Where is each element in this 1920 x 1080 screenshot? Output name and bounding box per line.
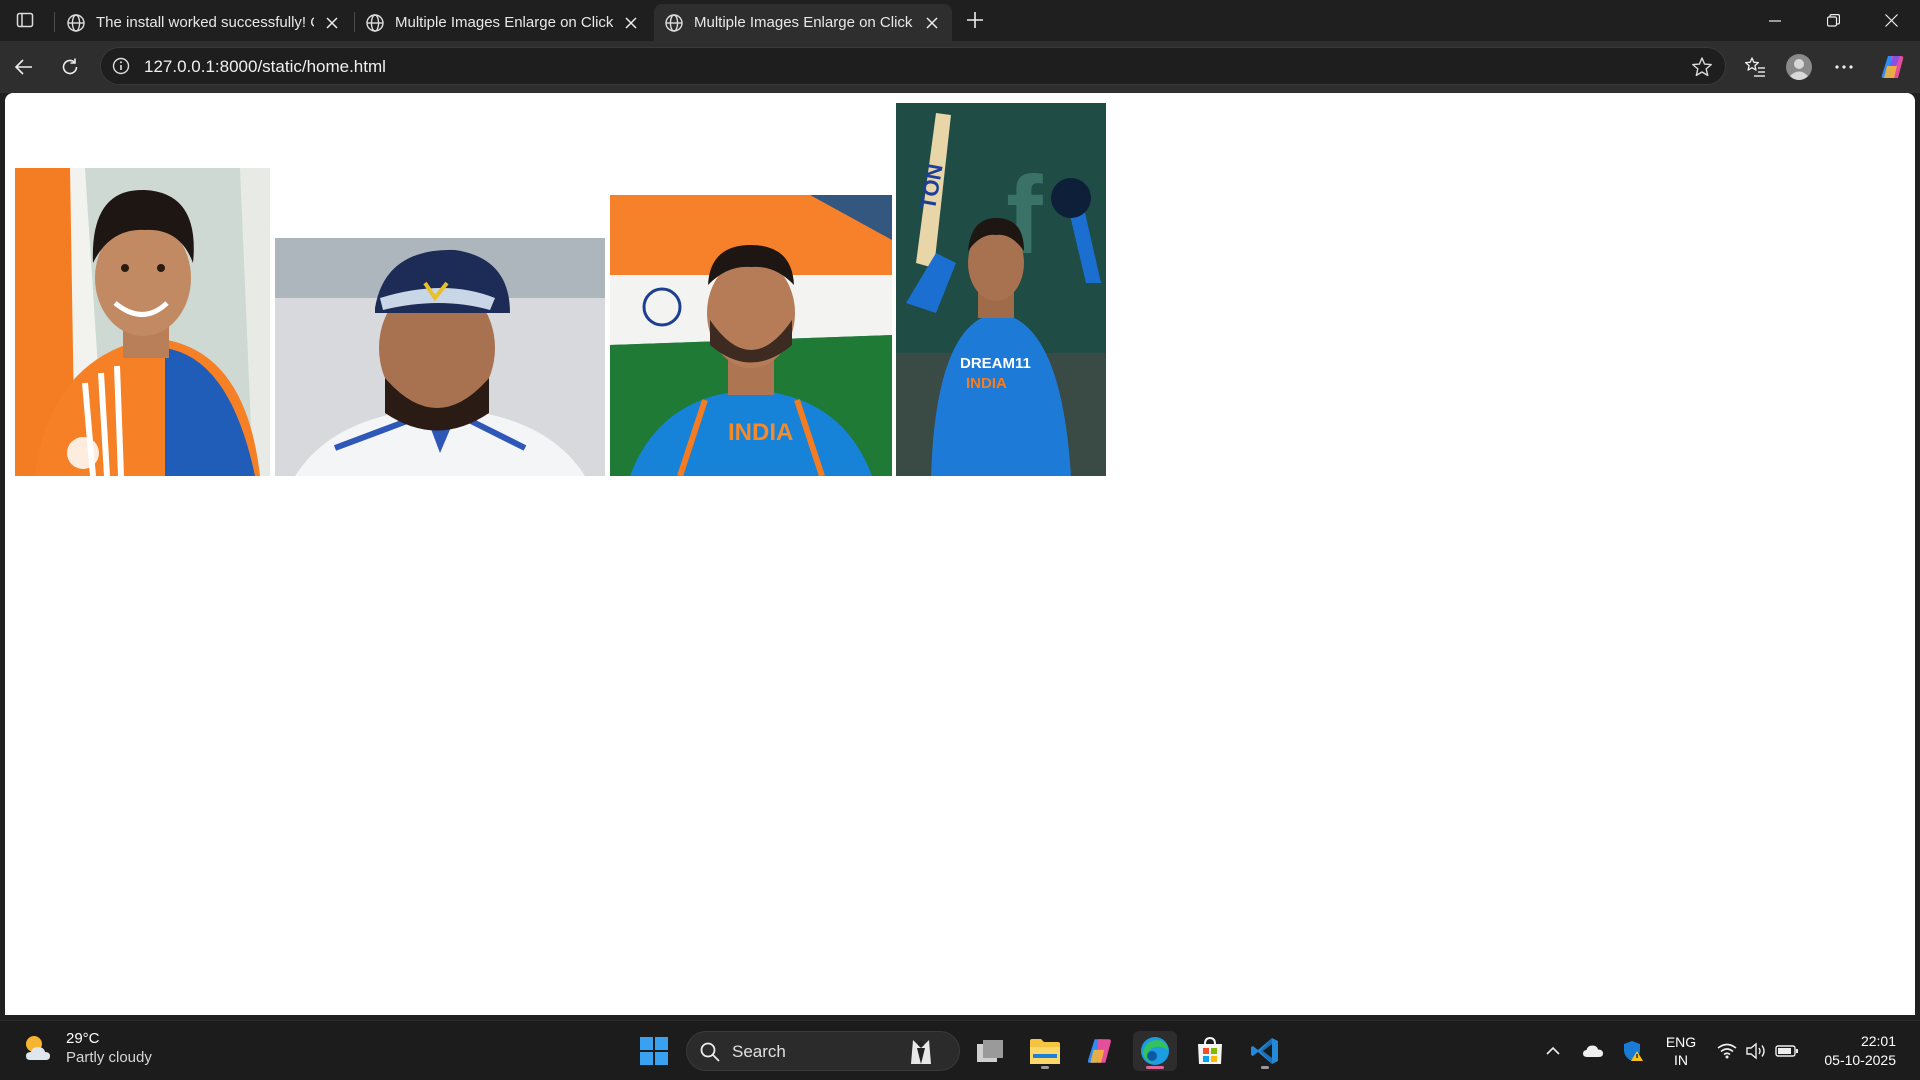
more-menu-button[interactable] — [1827, 50, 1861, 84]
close-tab-icon[interactable] — [322, 13, 342, 33]
favorite-star-icon[interactable] — [1691, 56, 1713, 78]
favorites-list-icon — [1744, 57, 1765, 77]
browser-toolbar: 127.0.0.1:8000/static/home.html — [0, 41, 1920, 93]
shield-warning-icon — [1624, 1041, 1643, 1061]
region-code: IN — [1674, 1052, 1688, 1068]
page-viewport: INDIA f TON DREAM11 INDIA — [5, 93, 1915, 1015]
clock-date: 05-10-2025 — [1824, 1052, 1896, 1068]
cloud-icon — [1583, 1045, 1603, 1057]
tab-multiple-images-2[interactable]: Multiple Images Enlarge on Click — [654, 4, 952, 41]
close-tab-icon[interactable] — [621, 13, 641, 33]
wifi-icon — [1717, 1043, 1737, 1059]
info-icon[interactable] — [111, 56, 131, 76]
refresh-icon — [62, 58, 78, 75]
tab-title: Multiple Images Enlarge on Click — [694, 14, 913, 31]
minimize-icon — [1769, 19, 1781, 22]
active-indicator — [1146, 1066, 1164, 1069]
weather-widget[interactable]: 29°C Partly cloudy — [20, 1029, 152, 1067]
battery-button[interactable] — [1774, 1021, 1800, 1080]
sidebar-icon — [16, 12, 34, 28]
battery-icon — [1775, 1045, 1798, 1057]
tab-multiple-images-1[interactable]: Multiple Images Enlarge on Click — [355, 4, 651, 41]
copilot-icon — [1881, 56, 1904, 78]
running-indicator — [1041, 1066, 1049, 1069]
folder-icon — [1030, 1039, 1060, 1064]
weather-condition: Partly cloudy — [66, 1049, 152, 1066]
restore-button[interactable] — [1804, 0, 1862, 41]
tab-strip: The install worked successfully! Co Mult… — [0, 0, 1920, 41]
more-horizontal-icon — [1835, 65, 1853, 69]
lang-code: ENG — [1665, 1034, 1697, 1050]
globe-icon — [366, 13, 384, 32]
security-button[interactable] — [1618, 1021, 1648, 1080]
jersey-country-text: INDIA — [966, 375, 1007, 392]
search-placeholder: Search — [732, 1042, 786, 1061]
back-button[interactable] — [7, 50, 41, 84]
url-text[interactable]: 127.0.0.1:8000/static/home.html — [144, 57, 386, 77]
favorites-button[interactable] — [1738, 50, 1772, 84]
show-hidden-icons-button[interactable] — [1540, 1021, 1566, 1080]
player-image-2[interactable] — [275, 238, 605, 476]
language-indicator[interactable]: ENG IN — [1658, 1021, 1704, 1080]
tab-separator — [54, 12, 55, 32]
close-tab-icon[interactable] — [922, 13, 942, 33]
arrow-left-icon — [14, 59, 32, 75]
volume-button[interactable] — [1744, 1021, 1770, 1080]
copilot-app-button[interactable] — [1078, 1031, 1122, 1071]
clock-time: 22:01 — [1860, 1033, 1896, 1049]
tab-actions-button[interactable] — [8, 6, 42, 34]
plus-icon — [967, 12, 983, 28]
copilot-button[interactable] — [1876, 50, 1910, 84]
avatar — [1786, 54, 1812, 80]
windows-logo-icon — [640, 1037, 668, 1065]
search-highlight-icon — [911, 1040, 931, 1064]
player-image-1[interactable] — [15, 168, 270, 476]
copilot-icon — [1087, 1039, 1111, 1063]
taskbar-search[interactable]: Search — [686, 1031, 960, 1071]
jersey-logo-text: INDIA — [728, 419, 793, 446]
restore-icon — [1826, 14, 1840, 27]
vscode-icon — [1251, 1038, 1278, 1064]
chevron-up-icon — [1546, 1046, 1560, 1055]
minimize-button[interactable] — [1746, 0, 1804, 41]
close-window-button[interactable] — [1862, 0, 1920, 41]
tab-title: The install worked successfully! Co — [96, 14, 314, 31]
profile-button[interactable] — [1782, 50, 1816, 84]
globe-icon — [665, 13, 683, 32]
task-view-icon — [977, 1040, 1003, 1062]
clock-button[interactable]: 22:01 05-10-2025 — [1810, 1021, 1896, 1080]
microsoft-store-button[interactable] — [1188, 1031, 1232, 1071]
task-view-button[interactable] — [968, 1031, 1012, 1071]
start-button[interactable] — [632, 1031, 676, 1071]
tab-title: Multiple Images Enlarge on Click — [395, 14, 613, 31]
new-tab-button[interactable] — [962, 7, 988, 33]
edge-button[interactable] — [1133, 1031, 1177, 1071]
globe-icon — [67, 13, 85, 32]
player-image-3[interactable]: INDIA — [610, 195, 892, 476]
partly-cloudy-icon — [26, 1036, 50, 1060]
taskbar: 29°C Partly cloudy Search ENG IN 22:01 0… — [0, 1020, 1920, 1080]
onedrive-button[interactable] — [1578, 1021, 1608, 1080]
address-bar[interactable]: 127.0.0.1:8000/static/home.html — [100, 47, 1726, 85]
wifi-button[interactable] — [1714, 1021, 1740, 1080]
refresh-button[interactable] — [53, 50, 87, 84]
player-image-4[interactable]: f TON DREAM11 INDIA — [896, 103, 1106, 476]
speaker-icon — [1746, 1042, 1765, 1060]
tab-install-worked[interactable]: The install worked successfully! Co — [56, 4, 352, 41]
store-icon — [1198, 1036, 1222, 1064]
vscode-button[interactable] — [1243, 1031, 1287, 1071]
close-icon — [1884, 14, 1898, 27]
weather-temp: 29°C — [66, 1030, 100, 1047]
running-indicator — [1261, 1066, 1269, 1069]
edge-icon — [1141, 1037, 1169, 1065]
file-explorer-button[interactable] — [1023, 1031, 1067, 1071]
jersey-sponsor-text: DREAM11 — [960, 355, 1031, 372]
search-icon — [700, 1042, 720, 1062]
